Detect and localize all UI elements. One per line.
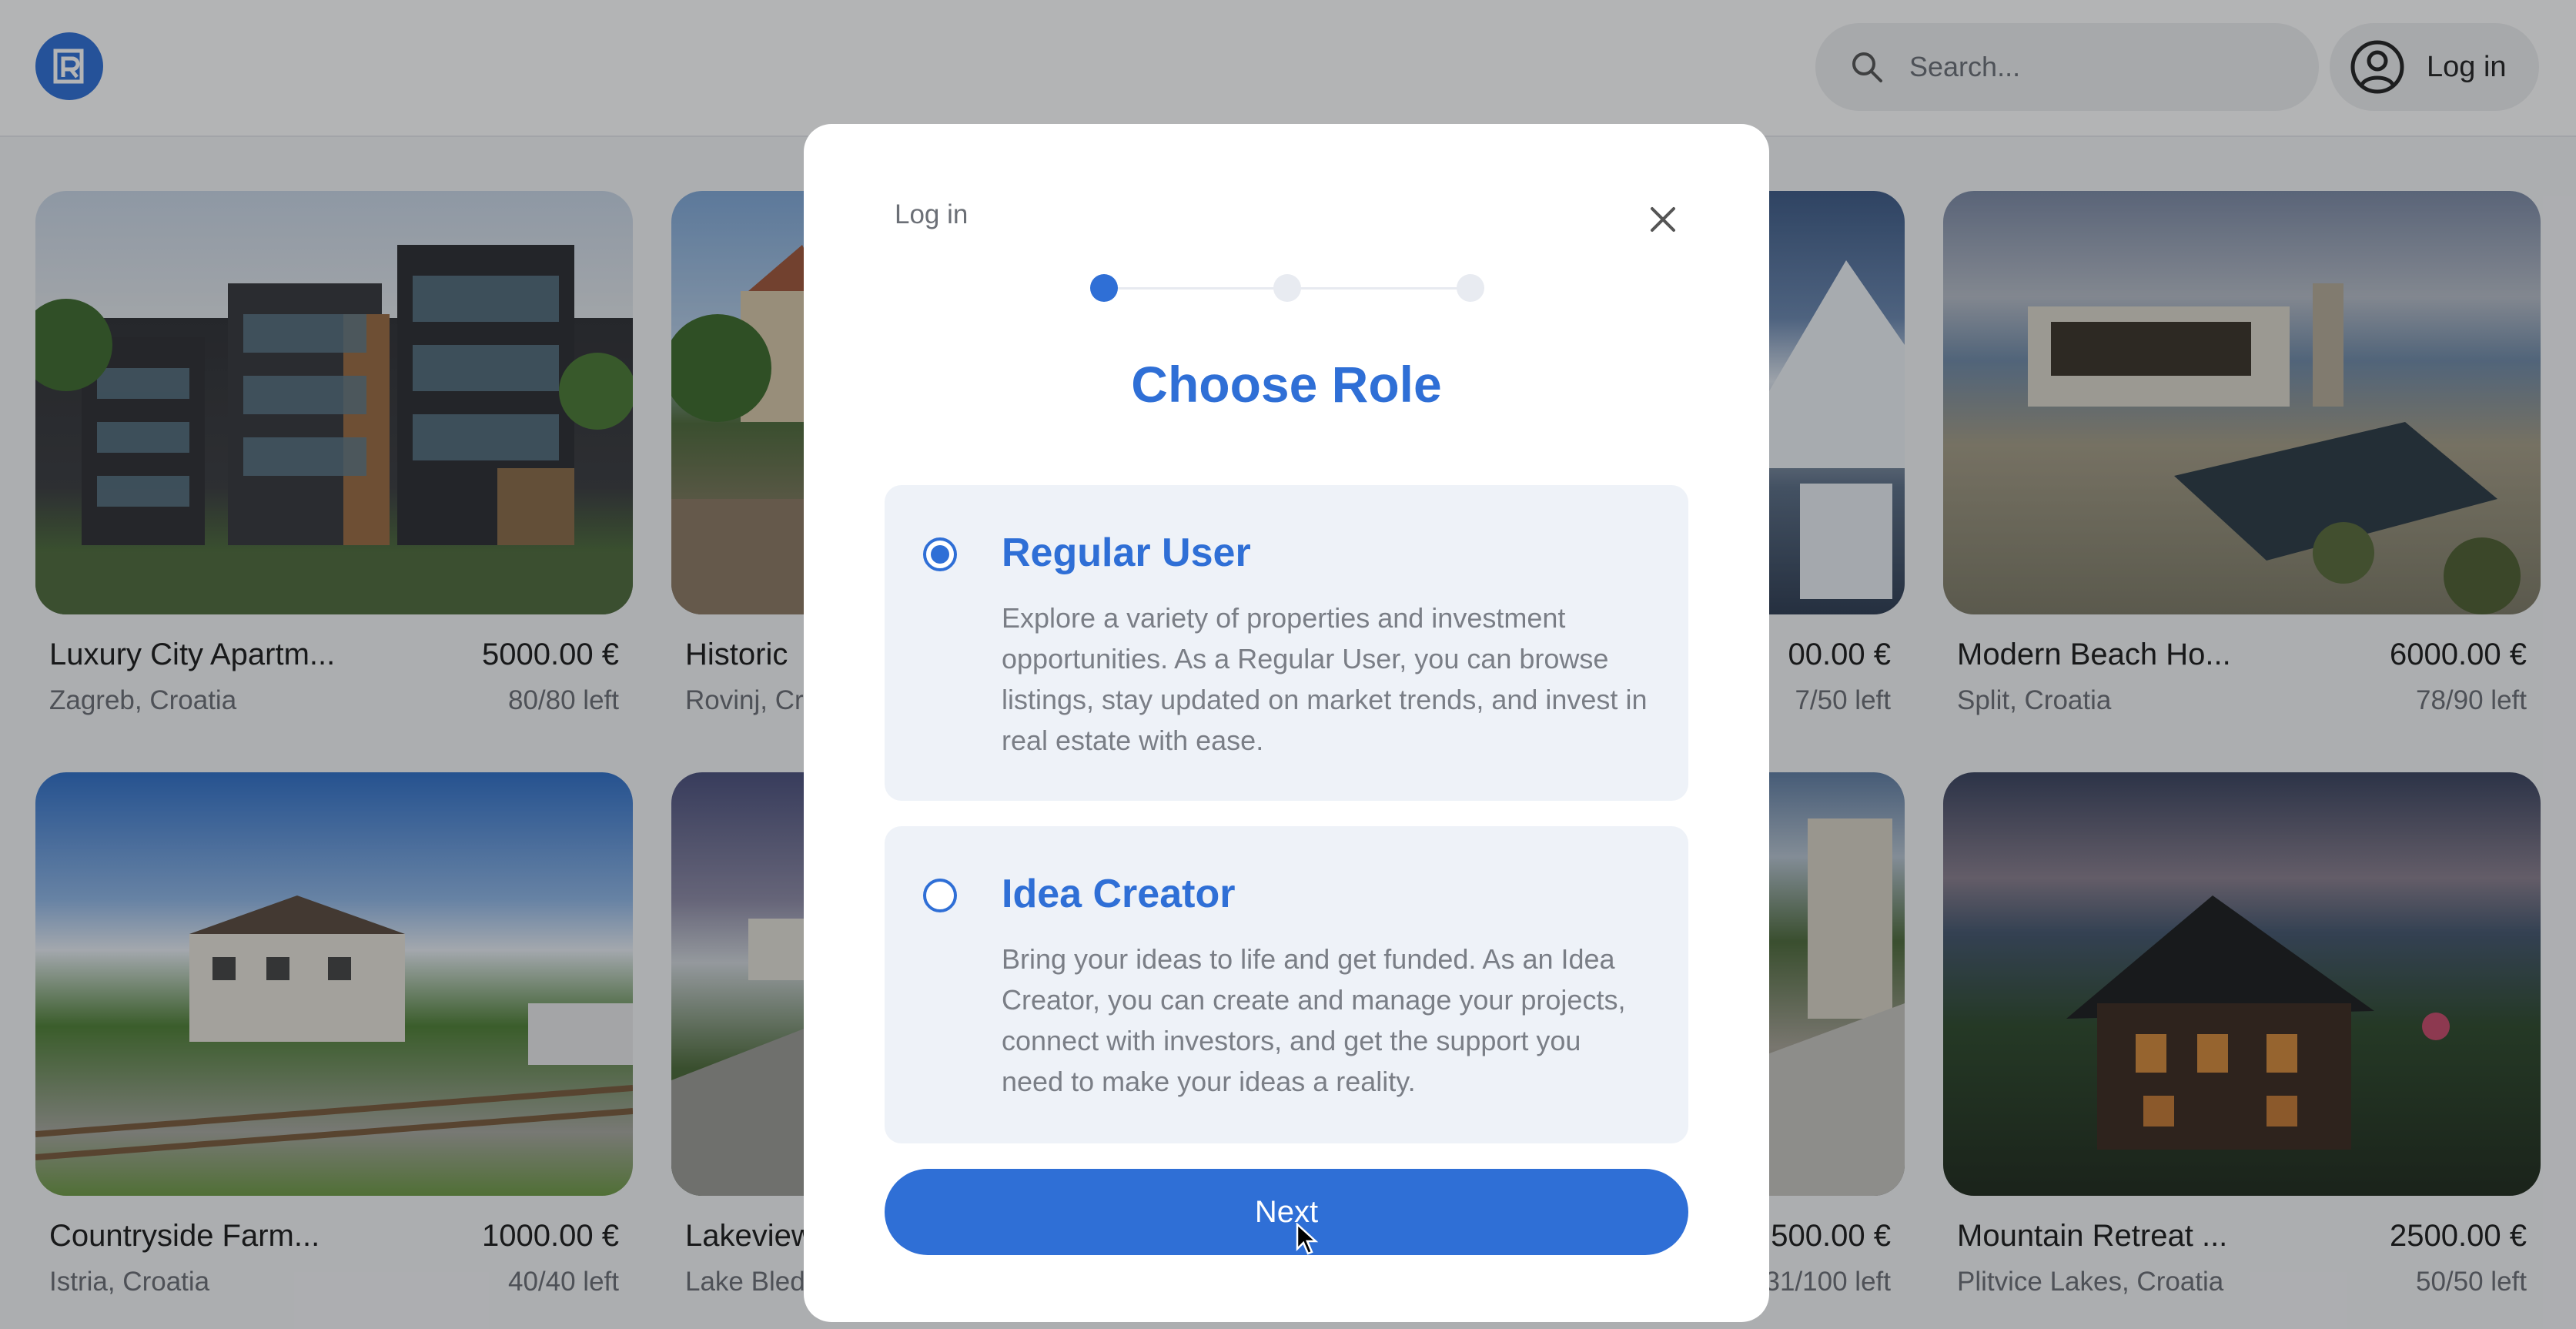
modal-title: Log in: [895, 199, 969, 229]
radio-unselected[interactable]: [923, 879, 957, 912]
role-option-idea-creator[interactable]: Idea Creator Bring your ideas to life an…: [885, 826, 1688, 1143]
modal-heading: Choose Role: [1131, 356, 1442, 413]
role-title: Regular User: [1002, 531, 1251, 575]
role-title: Idea Creator: [1002, 872, 1236, 916]
close-icon[interactable]: [1641, 198, 1684, 241]
step-indicator: [1090, 273, 1486, 303]
step-dot-1: [1090, 274, 1118, 302]
role-option-regular-user[interactable]: Regular User Explore a variety of proper…: [885, 485, 1688, 801]
next-button[interactable]: Next: [885, 1169, 1688, 1255]
role-description: Bring your ideas to life and get funded.…: [1002, 943, 1626, 1097]
step-dot-2: [1273, 274, 1301, 302]
radio-selected[interactable]: [923, 537, 957, 571]
step-dot-3: [1457, 274, 1484, 302]
login-modal: Log in Choose Role Regular User Explore …: [804, 124, 1769, 1322]
mouse-cursor-icon: [1296, 1223, 1319, 1255]
role-description: Explore a variety of properties and inve…: [1002, 602, 1648, 756]
